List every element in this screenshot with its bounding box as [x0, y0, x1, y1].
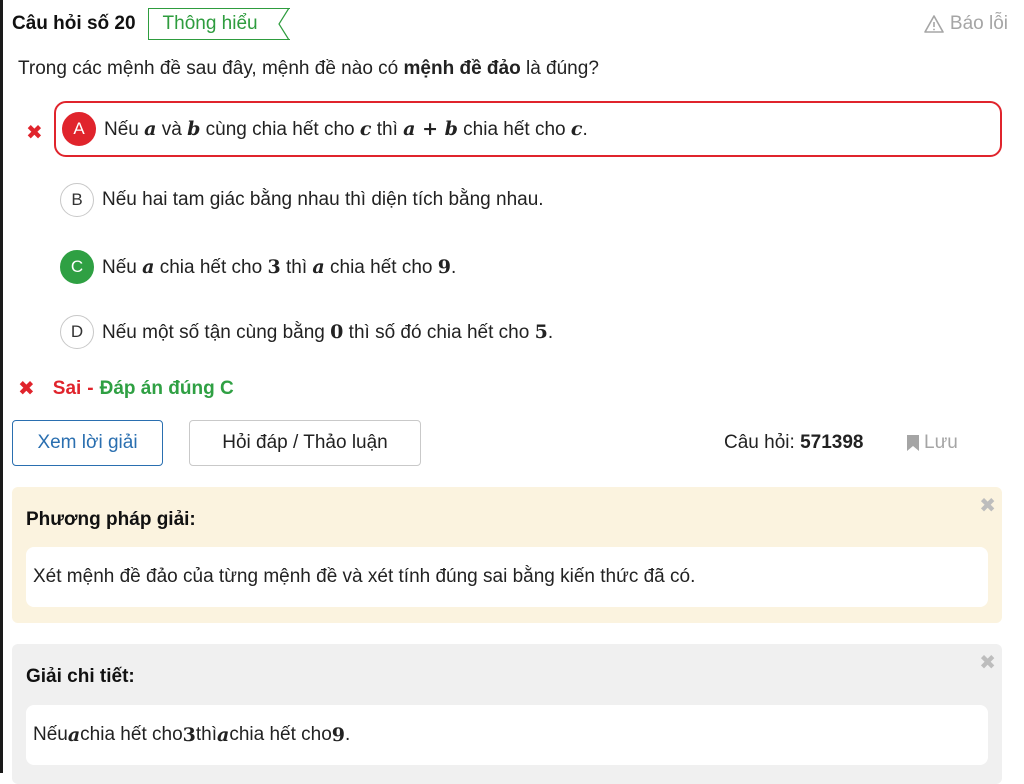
bookmark-icon [907, 435, 919, 451]
result-separator: - [87, 377, 94, 399]
detail-title: Giải chi tiết: [26, 666, 135, 687]
option-a-letter: A [62, 112, 96, 146]
option-d-text: Nếu một số tận cùng bằng 0 thì số đó chi… [102, 320, 554, 343]
option-c-letter: C [60, 250, 94, 284]
warning-triangle-icon [924, 15, 944, 33]
method-panel: Phương pháp giải: ✖ Xét mệnh đề đảo của … [12, 487, 1002, 623]
question-text: Trong các mệnh đề sau đây, mệnh đề nào c… [18, 58, 599, 79]
option-b-letter: B [60, 183, 94, 217]
method-title: Phương pháp giải: [26, 509, 196, 530]
save-label: Lưu [924, 432, 958, 453]
question-id-value: 571398 [800, 432, 864, 453]
option-b-text: Nếu hai tam giác bằng nhau thì diện tích… [102, 189, 544, 210]
left-border [0, 0, 3, 773]
option-c-text: Nếu a chia hết cho 3 thì a chia hết cho … [102, 255, 457, 278]
option-a[interactable]: A Nếu a và b cùng chia hết cho c thì a +… [54, 101, 1002, 157]
discussion-button[interactable]: Hỏi đáp / Thảo luận [189, 420, 421, 466]
option-d-letter: D [60, 315, 94, 349]
option-a-text: Nếu a và b cùng chia hết cho c thì a + b… [104, 117, 588, 140]
close-icon[interactable]: ✖ [979, 650, 996, 675]
report-label: Báo lỗi [949, 13, 1008, 34]
result-wrong-label: Sai [52, 377, 82, 399]
difficulty-label: Thông hiểu [162, 13, 258, 34]
difficulty-badge: Thông hiểu [147, 8, 290, 40]
detail-panel: Giải chi tiết: ✖ Nếu a chia hết cho 3 th… [12, 644, 1002, 784]
question-number: Câu hỏi số 20 [12, 13, 136, 34]
badge-notch [277, 8, 290, 40]
option-d[interactable]: D Nếu một số tận cùng bằng 0 thì số đó c… [54, 304, 1002, 360]
result-correct-answer: Đáp án đúng C [99, 377, 234, 399]
result-line: ✖ Sai - Đáp án đúng C [18, 376, 234, 401]
wrong-mark-icon: ✖ [26, 122, 43, 144]
detail-body: Nếu a chia hết cho 3 thì a chia hết cho … [26, 705, 988, 765]
option-c[interactable]: C Nếu a chia hết cho 3 thì a chia hết ch… [54, 239, 1002, 295]
option-b[interactable]: B Nếu hai tam giác bằng nhau thì diện tí… [54, 172, 1002, 228]
cross-icon: ✖ [18, 378, 35, 400]
question-id: Câu hỏi: 571398 [724, 432, 864, 453]
method-body: Xét mệnh đề đảo của từng mệnh đề và xét … [26, 547, 988, 607]
close-icon[interactable]: ✖ [979, 493, 996, 518]
question-keyword: mệnh đề đảo [403, 58, 521, 79]
view-solution-button[interactable]: Xem lời giải [12, 420, 163, 466]
question-header: Câu hỏi số 20 Thông hiểu Báo lỗi [12, 8, 1008, 40]
report-error-button[interactable]: Báo lỗi [924, 13, 1008, 35]
save-button[interactable]: Lưu [906, 432, 958, 454]
